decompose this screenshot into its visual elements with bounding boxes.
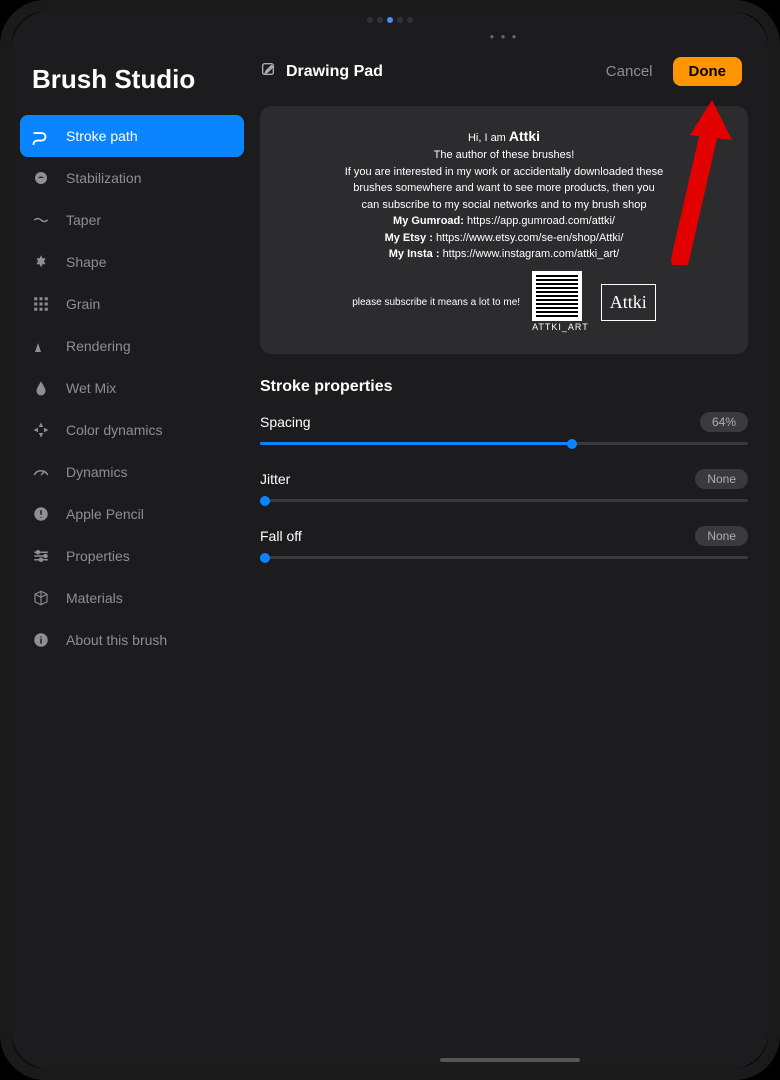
sidebar: Brush Studio Stroke path Stabilization T… — [12, 12, 252, 1068]
property-label: Jitter — [260, 471, 290, 487]
section-title: Stroke properties — [260, 378, 748, 396]
falloff-slider[interactable] — [260, 556, 748, 559]
path-icon — [32, 127, 50, 145]
sidebar-item-shape[interactable]: Shape — [12, 241, 252, 283]
qr-code-icon — [532, 271, 582, 321]
sidebar-item-properties[interactable]: Properties — [12, 535, 252, 577]
sidebar-item-label: Color dynamics — [66, 422, 162, 438]
property-value-badge[interactable]: 64% — [700, 412, 748, 432]
property-spacing: Spacing 64% — [260, 412, 748, 445]
sidebar-item-grain[interactable]: Grain — [12, 283, 252, 325]
sidebar-item-wet-mix[interactable]: Wet Mix — [12, 367, 252, 409]
dynamics-icon — [32, 463, 50, 481]
content-pane: ● ● ● Drawing Pad Cancel Done Hi, I am A… — [252, 12, 768, 1068]
preview-subscribe-text: please subscribe it means a lot to me! — [352, 295, 520, 310]
sidebar-item-stabilization[interactable]: Stabilization — [12, 157, 252, 199]
content-header: Drawing Pad Cancel Done — [260, 57, 748, 86]
wet-icon — [32, 379, 50, 397]
sidebar-item-stroke-path[interactable]: Stroke path — [20, 115, 244, 157]
preview-gumroad-label: My Gumroad: — [393, 215, 464, 227]
sidebar-item-dynamics[interactable]: Dynamics — [12, 451, 252, 493]
notch-camera — [350, 16, 430, 24]
preview-handle: ATTKI_ART — [532, 321, 589, 335]
sidebar-item-apple-pencil[interactable]: Apple Pencil — [12, 493, 252, 535]
home-indicator[interactable] — [440, 1058, 580, 1062]
sidebar-item-label: About this brush — [66, 632, 167, 648]
preview-line1: The author of these brushes! — [344, 147, 664, 164]
grain-icon — [32, 295, 50, 313]
materials-icon — [32, 589, 50, 607]
taper-icon — [32, 211, 50, 229]
done-button[interactable]: Done — [673, 57, 743, 86]
jitter-slider[interactable] — [260, 499, 748, 502]
property-value-badge[interactable]: None — [695, 526, 748, 546]
property-label: Spacing — [260, 414, 311, 430]
sidebar-item-rendering[interactable]: Rendering — [12, 325, 252, 367]
property-value-badge[interactable]: None — [695, 469, 748, 489]
sidebar-item-label: Stroke path — [66, 128, 138, 144]
property-label: Fall off — [260, 528, 302, 544]
shape-icon — [32, 253, 50, 271]
preview-insta-url: https://www.instagram.com/attki_art/ — [443, 248, 620, 260]
preview-author: Attki — [509, 128, 540, 144]
sidebar-item-label: Properties — [66, 548, 130, 564]
spacing-slider[interactable] — [260, 442, 748, 445]
color-dynamics-icon — [32, 421, 50, 439]
properties-icon — [32, 547, 50, 565]
apple-pencil-icon — [32, 505, 50, 523]
sidebar-item-taper[interactable]: Taper — [12, 199, 252, 241]
preview-signature: Attki — [601, 284, 656, 321]
preview-insta-label: My Insta : — [389, 248, 440, 260]
sidebar-item-label: Dynamics — [66, 464, 127, 480]
drag-handle-icon[interactable]: ● ● ● — [260, 32, 748, 41]
app-title: Brush Studio — [12, 64, 252, 115]
sidebar-item-label: Materials — [66, 590, 123, 606]
drawing-pad-title[interactable]: Drawing Pad — [260, 61, 383, 82]
property-jitter: Jitter None — [260, 469, 748, 502]
sidebar-item-label: Shape — [66, 254, 106, 270]
sidebar-item-about[interactable]: About this brush — [12, 619, 252, 661]
sidebar-item-label: Wet Mix — [66, 380, 116, 396]
preview-etsy-url: https://www.etsy.com/se-en/shop/Attki/ — [436, 232, 623, 244]
sidebar-item-label: Rendering — [66, 338, 131, 354]
sidebar-item-label: Stabilization — [66, 170, 142, 186]
sidebar-item-color-dynamics[interactable]: Color dynamics — [12, 409, 252, 451]
preview-line2: If you are interested in my work or acci… — [344, 164, 664, 214]
sidebar-item-label: Apple Pencil — [66, 506, 144, 522]
cancel-button[interactable]: Cancel — [606, 63, 653, 80]
property-falloff: Fall off None — [260, 526, 748, 559]
rendering-icon — [32, 337, 50, 355]
nav-list: Stroke path Stabilization Taper Shape — [12, 115, 252, 661]
stabilization-icon — [32, 169, 50, 187]
sidebar-item-label: Taper — [66, 212, 101, 228]
sidebar-item-materials[interactable]: Materials — [12, 577, 252, 619]
sidebar-item-label: Grain — [66, 296, 100, 312]
info-icon — [32, 631, 50, 649]
drawing-pad-preview[interactable]: Hi, I am Attki The author of these brush… — [260, 106, 748, 354]
edit-icon — [260, 61, 276, 82]
preview-greeting: Hi, I am — [468, 132, 509, 144]
preview-gumroad-url: https://app.gumroad.com/attki/ — [467, 215, 615, 227]
preview-etsy-label: My Etsy : — [385, 232, 433, 244]
